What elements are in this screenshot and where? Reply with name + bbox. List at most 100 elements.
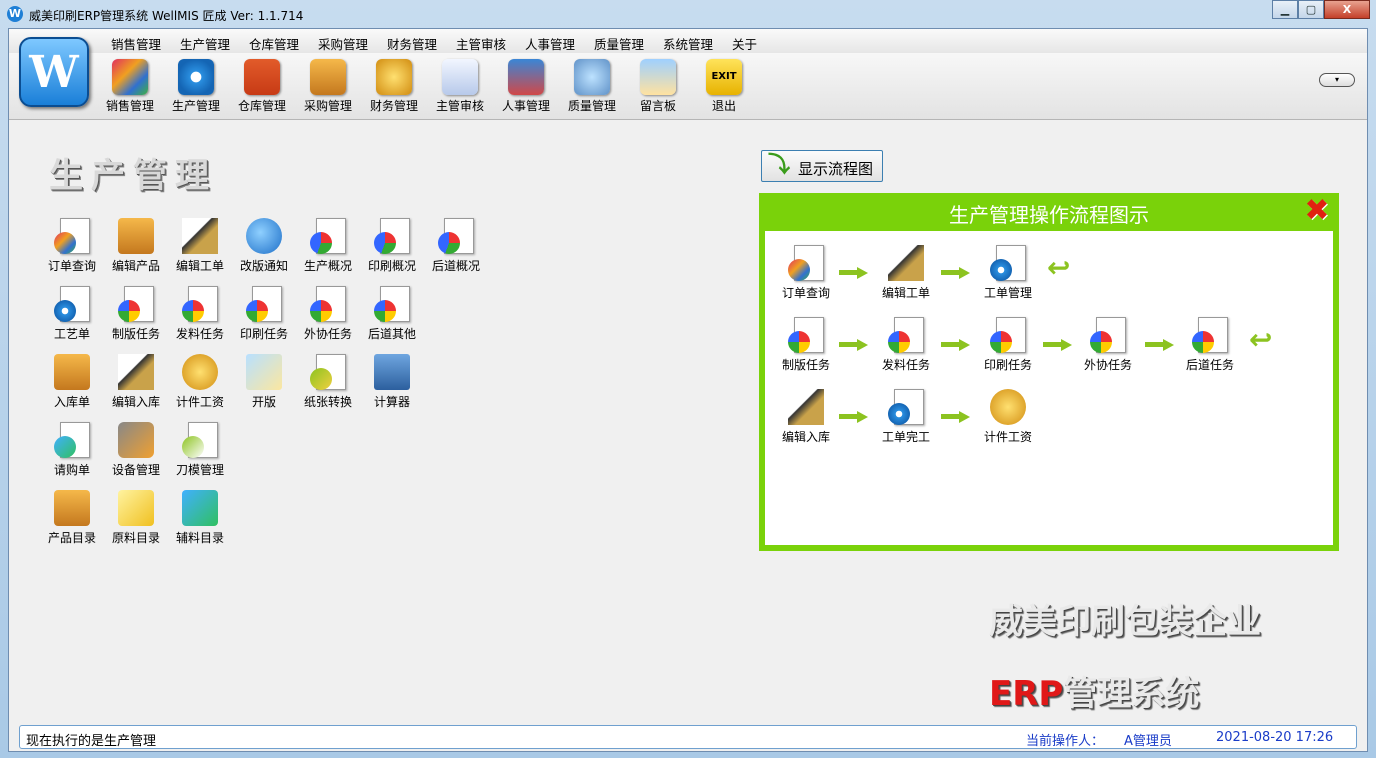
- toolbar-label: 采购管理: [303, 99, 352, 113]
- flow-node-label: 外协任务: [1083, 358, 1132, 372]
- toolbar-collapse-button[interactable]: ▾: [1319, 73, 1355, 87]
- flow-node[interactable]: 印刷任务: [973, 317, 1043, 377]
- grid-label: 入库单: [53, 395, 90, 409]
- grid-item-revision-notice[interactable]: 改版通知: [231, 218, 297, 278]
- grid-item-die-cut[interactable]: 刀模管理: [167, 422, 233, 482]
- brand-erp: ERP: [989, 674, 1064, 714]
- menu-hr[interactable]: 人事管理: [525, 34, 575, 53]
- flow-close-icon[interactable]: ✖: [1303, 196, 1331, 226]
- flow-arrow-icon: [839, 267, 869, 279]
- print-overview-icon: [374, 218, 410, 254]
- grid-item-piece-wage[interactable]: 计件工资: [167, 354, 233, 414]
- flow-node-label: 制版任务: [781, 358, 830, 372]
- flow-node[interactable]: 外协任务: [1073, 317, 1143, 377]
- flow-node[interactable]: 工单管理: [973, 245, 1043, 305]
- revision-notice-icon: [246, 218, 282, 254]
- grid-label: 后道其他: [367, 327, 416, 341]
- grid-item-raw-material[interactable]: 原料目录: [103, 490, 169, 550]
- grid-item-outsource-task[interactable]: 外协任务: [295, 286, 361, 346]
- print-task-icon: [246, 286, 282, 322]
- toolbar-production[interactable]: 生产管理: [165, 55, 227, 115]
- grid-item-product-catalog[interactable]: 产品目录: [39, 490, 105, 550]
- open-plate-icon: [246, 354, 282, 390]
- flow-node[interactable]: 后道任务: [1175, 317, 1245, 377]
- grid-item-calculator[interactable]: 计算器: [359, 354, 425, 414]
- grid-label: 发料任务: [175, 327, 224, 341]
- flow-node[interactable]: 工单完工: [871, 389, 941, 449]
- loop-back-icon: ↩: [1047, 251, 1071, 284]
- flow-node[interactable]: 制版任务: [771, 317, 841, 377]
- menu-about[interactable]: 关于: [732, 34, 757, 53]
- page-title: 生产管理: [49, 156, 217, 196]
- warehouse-icon: [244, 59, 280, 95]
- grid-item-plate-task[interactable]: 制版任务: [103, 286, 169, 346]
- title-bar[interactable]: W 威美印刷ERP管理系统 WellMIS 匠成 Ver: 1.1.714 ▁ …: [0, 0, 1376, 28]
- toolbar-hr[interactable]: 人事管理: [495, 55, 557, 115]
- toolbar-message-board[interactable]: 留言板: [627, 55, 689, 115]
- client-area: 销售管理 生产管理 仓库管理 采购管理 财务管理 主管审核 人事管理 质量管理 …: [8, 28, 1368, 752]
- die-cut-icon: [182, 422, 218, 458]
- grid-item-postpress-other[interactable]: 后道其他: [359, 286, 425, 346]
- toolbar-finance[interactable]: 财务管理: [363, 55, 425, 115]
- flow-arrow-icon: [941, 411, 971, 423]
- grid-label: 计算器: [373, 395, 410, 409]
- close-button[interactable]: X: [1324, 0, 1370, 19]
- grid-item-open-plate[interactable]: 开版: [231, 354, 297, 414]
- flow-node-label: 工单完工: [881, 430, 930, 444]
- flow-node[interactable]: 订单查询: [771, 245, 841, 305]
- menu-sales[interactable]: 销售管理: [111, 34, 161, 53]
- toolbar-label: 财务管理: [369, 99, 418, 113]
- menu-production[interactable]: 生产管理: [180, 34, 230, 53]
- grid-item-auxiliary-material[interactable]: 辅料目录: [167, 490, 233, 550]
- grid-label: 刀模管理: [175, 463, 224, 477]
- grid-label: 印刷概况: [367, 259, 416, 273]
- flow-node[interactable]: 发料任务: [871, 317, 941, 377]
- grid-item-stock-in[interactable]: 入库单: [39, 354, 105, 414]
- postpress-overview-icon: [438, 218, 474, 254]
- grid-item-edit-workorder[interactable]: 编辑工单: [167, 218, 233, 278]
- grid-item-process-sheet[interactable]: 工艺单: [39, 286, 105, 346]
- outsource-task-icon: [310, 286, 346, 322]
- grid-item-edit-product[interactable]: 编辑产品: [103, 218, 169, 278]
- status-datetime: 2021-08-20 17:26: [1216, 730, 1334, 745]
- menu-audit[interactable]: 主管审核: [456, 34, 506, 53]
- grid-item-production-overview[interactable]: 生产概况: [295, 218, 361, 278]
- postpress-task-icon: [1192, 317, 1228, 353]
- flow-node[interactable]: 计件工资: [973, 389, 1043, 449]
- status-operator: A管理员: [1124, 734, 1172, 749]
- show-flow-button[interactable]: ⤵ 显示流程图: [761, 150, 883, 182]
- grid-item-material-issue[interactable]: 发料任务: [167, 286, 233, 346]
- toolbar-exit[interactable]: EXIT 退出: [693, 55, 755, 115]
- flow-panel: 生产管理操作流程图示 ✖ 订单查询 编辑工单 工单管理 ↩ 制版任务 发料任务 …: [759, 193, 1339, 551]
- menu-quality[interactable]: 质量管理: [594, 34, 644, 53]
- flow-arrow-icon: [839, 339, 869, 351]
- purchase-request-icon: [54, 422, 90, 458]
- toolbar-warehouse[interactable]: 仓库管理: [231, 55, 293, 115]
- maximize-button[interactable]: ▢: [1298, 0, 1324, 19]
- grid-item-purchase-request[interactable]: 请购单: [39, 422, 105, 482]
- toolbar-quality[interactable]: 质量管理: [561, 55, 623, 115]
- toolbar-label: 退出: [711, 99, 736, 113]
- grid-item-paper-convert[interactable]: 纸张转换: [295, 354, 361, 414]
- magnifier-icon: [574, 59, 610, 95]
- menu-warehouse[interactable]: 仓库管理: [249, 34, 299, 53]
- flow-node[interactable]: 编辑入库: [771, 389, 841, 449]
- grid-item-edit-stock-in[interactable]: 编辑入库: [103, 354, 169, 414]
- flow-node[interactable]: 编辑工单: [871, 245, 941, 305]
- grid-item-print-overview[interactable]: 印刷概况: [359, 218, 425, 278]
- toolbar-audit[interactable]: 主管审核: [429, 55, 491, 115]
- toolbar-purchase[interactable]: 采购管理: [297, 55, 359, 115]
- menu-purchase[interactable]: 采购管理: [318, 34, 368, 53]
- grid-item-print-task[interactable]: 印刷任务: [231, 286, 297, 346]
- toolbar-sales[interactable]: 销售管理: [99, 55, 161, 115]
- grid-label: 生产概况: [303, 259, 352, 273]
- menu-finance[interactable]: 财务管理: [387, 34, 437, 53]
- status-current: 现在执行的是生产管理: [26, 734, 157, 749]
- grid-item-equipment[interactable]: 设备管理: [103, 422, 169, 482]
- grid-label: 原料目录: [111, 531, 160, 545]
- piece-wage-icon: [182, 354, 218, 390]
- grid-item-postpress-overview[interactable]: 后道概况: [423, 218, 489, 278]
- menu-system[interactable]: 系统管理: [663, 34, 713, 53]
- minimize-button[interactable]: ▁: [1272, 0, 1298, 19]
- grid-item-order-query[interactable]: 订单查询: [39, 218, 105, 278]
